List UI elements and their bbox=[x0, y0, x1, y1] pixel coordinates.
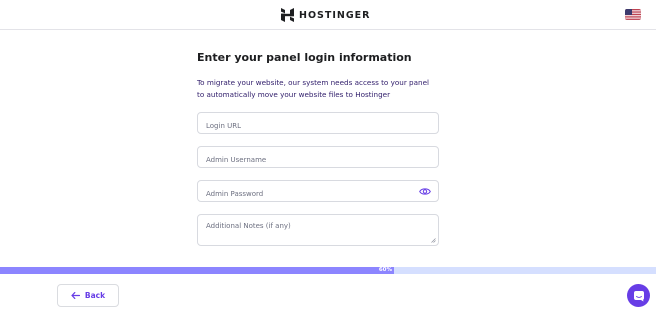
login-url-input[interactable] bbox=[198, 116, 438, 136]
admin-password-input[interactable] bbox=[198, 184, 438, 204]
admin-username-input[interactable] bbox=[198, 150, 438, 170]
admin-username-field[interactable] bbox=[197, 146, 439, 170]
login-url-field[interactable] bbox=[197, 112, 439, 136]
eye-icon[interactable] bbox=[419, 187, 431, 196]
back-label: Back bbox=[84, 291, 106, 300]
back-button[interactable]: Back bbox=[57, 284, 119, 307]
us-flag-icon[interactable] bbox=[625, 9, 641, 20]
page: HOSTINGER Enter your panel login informa… bbox=[0, 0, 656, 314]
header: HOSTINGER bbox=[0, 0, 656, 30]
chat-button[interactable] bbox=[627, 284, 650, 307]
page-title: Enter your panel login information bbox=[197, 51, 412, 64]
page-description: To migrate your website, our system need… bbox=[197, 78, 429, 99]
progress-fill bbox=[0, 267, 394, 274]
resize-handle-icon[interactable] bbox=[431, 238, 436, 243]
hostinger-logo[interactable]: HOSTINGER bbox=[281, 8, 370, 22]
hostinger-logo-icon bbox=[281, 8, 294, 22]
additional-notes-field[interactable] bbox=[197, 214, 439, 246]
progress-bar: 60% bbox=[0, 267, 656, 274]
arrow-left-icon bbox=[71, 292, 80, 299]
admin-password-field[interactable] bbox=[197, 180, 439, 204]
brand-name: HOSTINGER bbox=[299, 9, 371, 21]
progress-label: 60% bbox=[378, 267, 392, 273]
chat-icon bbox=[633, 290, 644, 301]
additional-notes-textarea[interactable] bbox=[198, 215, 438, 245]
